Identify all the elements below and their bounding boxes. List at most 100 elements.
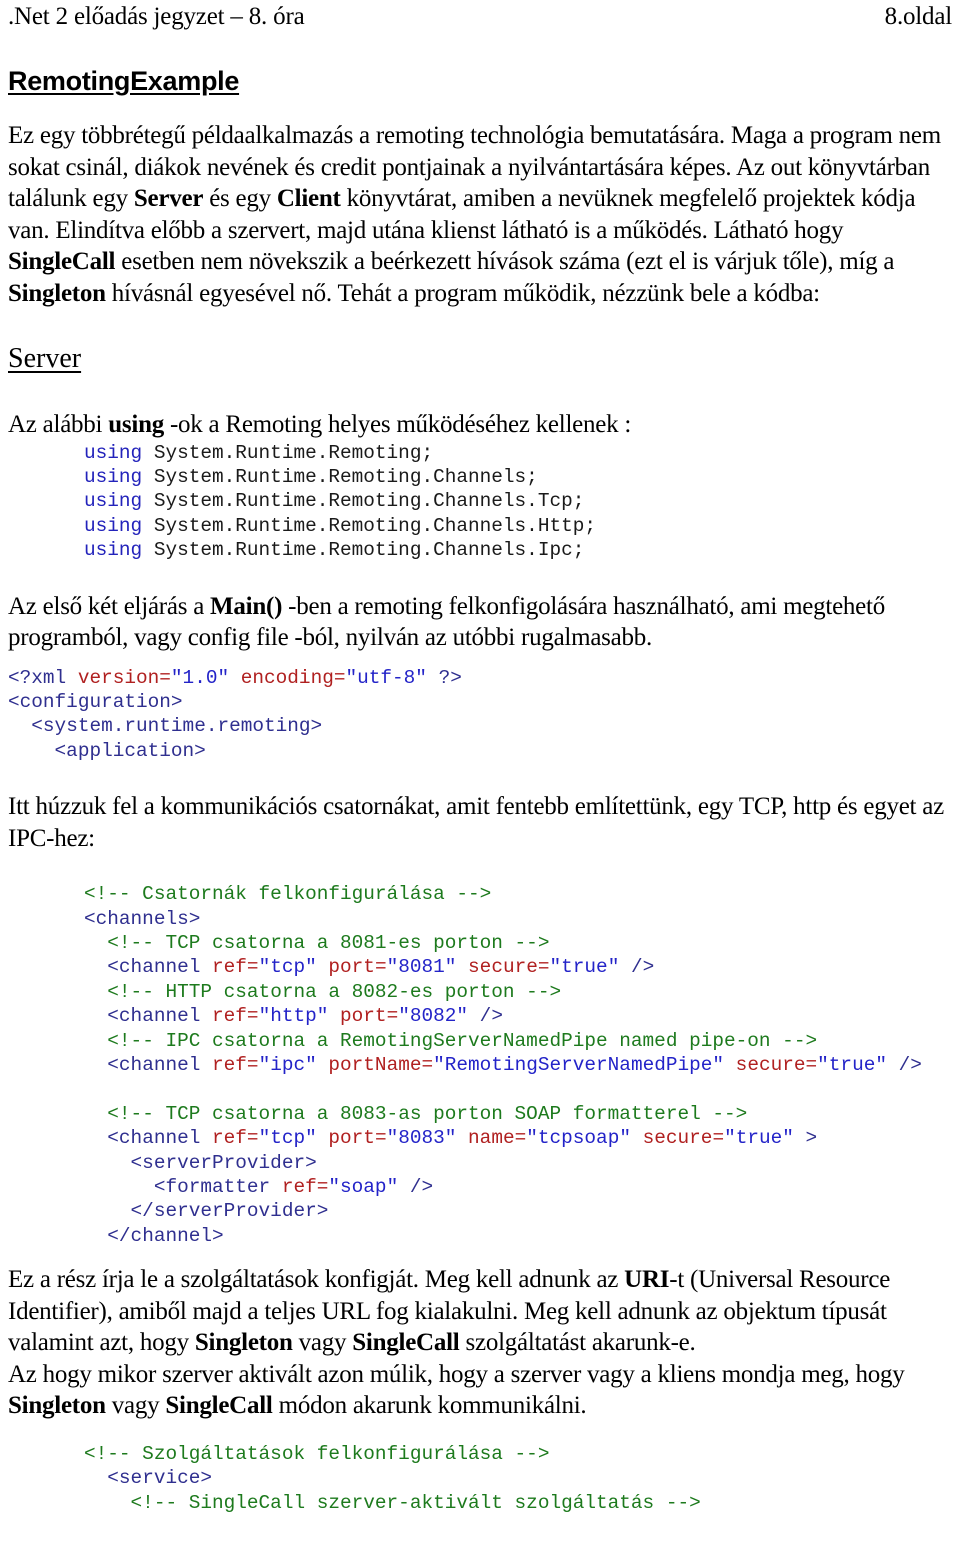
using-intro-paragraph: Az alábbi using -ok a Remoting helyes mű… — [8, 409, 952, 441]
tag-serverprovider-open: <serverProvider> — [84, 1151, 317, 1174]
comment-singlecall-service: <!-- SingleCall szerver-aktivált szolgál… — [84, 1491, 701, 1514]
services-config-paragraph: Ez a rész írja le a szolgáltatások konfi… — [8, 1264, 952, 1359]
tag-channel-ipc-close: /> — [886, 1054, 922, 1076]
comment-soap-channel: <!-- TCP csatorna a 8083-as porton SOAP … — [84, 1102, 748, 1125]
val-ipc-ref: "ipc" — [258, 1054, 317, 1076]
activation-text-2: vagy — [105, 1392, 166, 1420]
xml-eq-2: = — [333, 666, 346, 689]
attr-http-port: port — [328, 1005, 387, 1028]
tag-service-open: <service> — [84, 1467, 213, 1490]
val-soap-ref: "tcp" — [258, 1127, 317, 1150]
header-page-number: 8.oldal — [884, 3, 953, 30]
keyword-using-3: using — [84, 490, 143, 513]
xml-decl-close: ?> — [426, 666, 462, 689]
section-heading-server: Server — [8, 343, 82, 374]
activation-bold-singleton: Singleton — [8, 1392, 106, 1420]
val-soap-name: "tcpsoap" — [526, 1127, 631, 1150]
attr-soap-ref: ref — [200, 1127, 247, 1150]
namespace-5: System.Runtime.Remoting.Channels.Ipc; — [142, 539, 585, 562]
val-tcp-secure: "true" — [549, 956, 620, 979]
xml-attr-version: version — [66, 666, 160, 689]
comment-services-config: <!-- Szolgáltatások felkonfigurálása --> — [84, 1442, 550, 1465]
intro-bold-singlecall: SingleCall — [8, 248, 116, 275]
val-ipc-secure: "true" — [817, 1054, 887, 1076]
val-soap-port: "8083" — [386, 1127, 457, 1150]
val-soap-secure: "true" — [724, 1127, 794, 1150]
tag-application-open: <application> — [8, 739, 206, 762]
channels-paragraph: Itt húzzuk fel a kommunikációs csatornák… — [8, 793, 944, 852]
xml-val-encoding: "utf-8" — [345, 666, 427, 689]
keyword-using-5: using — [84, 539, 143, 562]
tag-channel-tcp-close: /> — [619, 956, 655, 979]
keyword-using-4: using — [84, 514, 143, 537]
activation-paragraph: Az hogy mikor szerver aktivált azon múli… — [8, 1359, 952, 1422]
comment-channels-config: <!-- Csatornák felkonfigurálása --> — [84, 883, 492, 906]
using-intro-text-2: -ok a Remoting helyes működéséhez kellen… — [163, 411, 632, 438]
val-formatter-ref: "soap" — [328, 1176, 399, 1199]
tag-configuration-open: <configuration> — [8, 690, 183, 713]
intro-bold-server: Server — [133, 185, 204, 212]
comment-tcp-channel: <!-- TCP csatorna a 8081-es porton --> — [84, 931, 550, 954]
xml-eq-1: = — [159, 666, 171, 689]
services-bold-uri: URI — [624, 1266, 670, 1294]
page-title: RemotingExample — [8, 66, 240, 96]
namespace-2: System.Runtime.Remoting.Channels; — [142, 465, 538, 488]
tag-channel-close: </channel> — [84, 1224, 224, 1247]
attr-tcp-secure: secure — [456, 956, 538, 979]
activation-text-1: Az hogy mikor szerver aktivált azon múli… — [8, 1360, 905, 1388]
intro-text-5: hívásnál egyesével nő. Tehát a program m… — [105, 279, 820, 307]
attr-ipc-secure: secure — [724, 1054, 806, 1076]
xml-decl-open: <?xml — [8, 666, 67, 689]
header-left-text: .Net 2 előadás jegyzet – 8. óra — [8, 3, 305, 30]
namespace-3: System.Runtime.Remoting.Channels.Tcp; — [142, 490, 585, 513]
main-method-paragraph: Az első két eljárás a Main() -ben a remo… — [8, 591, 952, 654]
services-text-1: Ez a rész írja le a szolgáltatások konfi… — [8, 1266, 625, 1294]
comment-ipc-channel: <!-- IPC csatorna a RemotingServerNamedP… — [84, 1029, 818, 1052]
tag-formatter-open: <formatter — [84, 1176, 271, 1199]
intro-text-4: esetben nem növekszik a beérkezett hívás… — [115, 248, 895, 275]
services-bold-singleton: Singleton — [194, 1329, 293, 1357]
activation-bold-singlecall: SingleCall — [165, 1392, 273, 1420]
attr-tcp-port: port — [316, 956, 375, 979]
using-intro-text-1: Az alábbi — [8, 411, 109, 438]
intro-paragraph: Ez egy többrétegű példaalkalmazás a remo… — [8, 120, 952, 309]
xml-attr-encoding: encoding — [229, 666, 334, 689]
attr-http-ref: ref — [200, 1005, 247, 1028]
intro-text-2: és egy — [203, 185, 277, 212]
tag-serverprovider-close: </serverProvider> — [84, 1200, 329, 1223]
code-block-using-directives: using System.Runtime.Remoting; using Sys… — [8, 441, 952, 563]
attr-soap-secure: secure — [630, 1127, 713, 1150]
intro-bold-singleton: Singleton — [8, 279, 106, 307]
attr-ipc-portname: portName — [316, 1054, 422, 1076]
services-text-4: szolgáltatást akarunk-e. — [459, 1329, 696, 1357]
tag-channels-open: <channels> — [84, 907, 201, 930]
attr-soap-name: name — [456, 1127, 515, 1150]
code-block-services-config: <!-- Szolgáltatások felkonfigurálása -->… — [8, 1442, 952, 1515]
attr-formatter-ref: ref — [270, 1176, 317, 1199]
attr-ipc-ref: ref — [200, 1054, 247, 1076]
main-bold: Main() — [210, 592, 283, 620]
comment-http-channel: <!-- HTTP csatorna a 8082-es porton --> — [84, 980, 562, 1003]
keyword-using-1: using — [84, 441, 143, 464]
val-ipc-portname: "RemotingServerNamedPipe" — [433, 1054, 725, 1076]
tag-channel-ipc-open: <channel — [84, 1054, 201, 1076]
tag-channel-http-open: <channel — [84, 1005, 201, 1028]
keyword-using-2: using — [84, 465, 143, 488]
tag-system-runtime-remoting-open: <system.runtime.remoting> — [8, 715, 323, 738]
attr-tcp-ref: ref — [200, 956, 247, 979]
code-block-xml-declaration: <?xml version="1.0" encoding="utf-8" ?> … — [8, 666, 952, 764]
tag-channel-tcp-open: <channel — [84, 956, 201, 979]
tag-formatter-close: /> — [398, 1176, 434, 1199]
services-bold-singlecall: SingleCall — [352, 1329, 460, 1357]
intro-bold-client: Client — [276, 185, 341, 212]
namespace-1: System.Runtime.Remoting; — [142, 441, 434, 464]
running-header: .Net 2 előadás jegyzet – 8. óra 8.oldal — [8, 0, 952, 32]
